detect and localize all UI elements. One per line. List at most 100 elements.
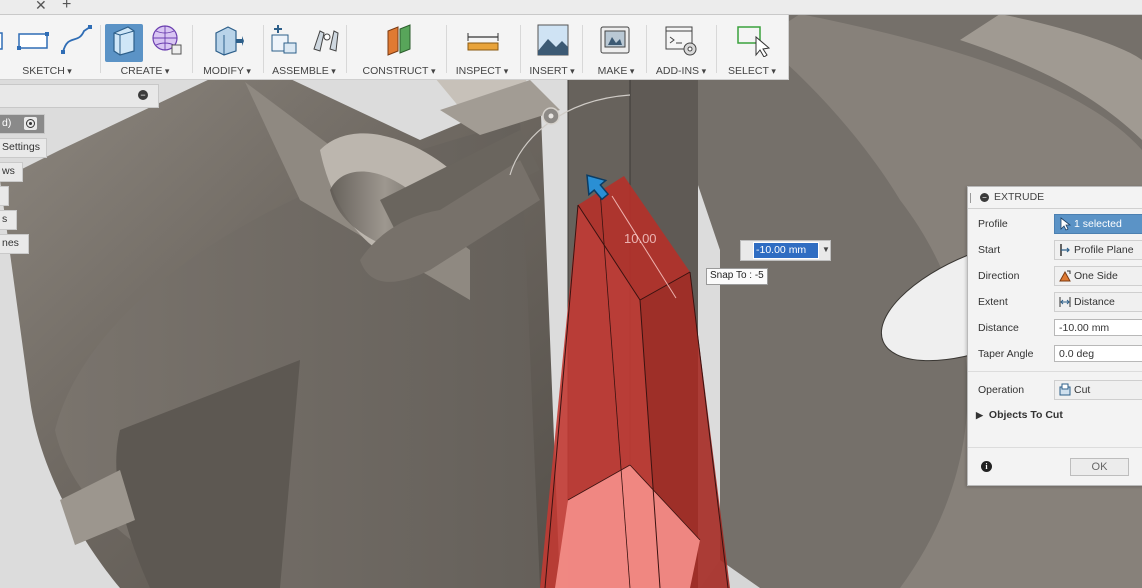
- toolbar-group-make[interactable]: MAKE: [588, 15, 644, 79]
- toolbar-group-construct[interactable]: CONSTRUCT: [356, 15, 442, 79]
- direction-label: Direction: [978, 270, 1020, 282]
- taper-angle-label: Taper Angle: [978, 348, 1034, 360]
- distance-extent-icon: [1059, 297, 1071, 307]
- assemble-menu-label: ASSEMBLE: [266, 65, 342, 77]
- cut-operation-icon: [1059, 383, 1071, 396]
- browser-item-label: nes: [2, 237, 19, 249]
- distance-field[interactable]: [1054, 319, 1142, 336]
- profile-label: Profile: [978, 218, 1008, 230]
- direction-value: One Side: [1074, 270, 1118, 282]
- browser-item-label: d): [2, 117, 12, 129]
- chevron-down-icon[interactable]: ▼: [822, 245, 830, 254]
- browser-collapse-icon[interactable]: −: [138, 90, 148, 100]
- collapse-dialog-icon[interactable]: −: [980, 193, 989, 202]
- toolbar-group-create[interactable]: CREATE: [102, 15, 188, 79]
- operation-value: Cut: [1074, 384, 1091, 396]
- browser-item-label: s: [2, 213, 8, 225]
- toolbar-group-insert[interactable]: INSERT: [524, 15, 580, 79]
- select-icon: [737, 26, 770, 57]
- insert-image-icon: [537, 24, 569, 56]
- browser-item-document[interactable]: d): [0, 114, 45, 134]
- objects-to-cut-section[interactable]: ▶ Objects To Cut: [976, 409, 1063, 421]
- operation-row: Operation Cut: [968, 380, 1142, 402]
- toolbar-group-sketch[interactable]: SKETCH: [0, 15, 98, 79]
- document-tab-strip: ✕ +: [0, 0, 1142, 15]
- browser-item-label: ws: [2, 165, 15, 177]
- browser-item-bodies[interactable]: s: [0, 210, 17, 230]
- addins-menu-label: ADD-INS: [650, 65, 712, 77]
- create-menu-label: CREATE: [102, 65, 188, 77]
- cursor-select-icon: [1060, 217, 1072, 231]
- operation-label: Operation: [978, 384, 1025, 396]
- extent-dropdown[interactable]: Distance: [1054, 292, 1142, 312]
- toolbar-group-assemble[interactable]: ASSEMBLE: [266, 15, 342, 79]
- insert-menu-label: INSERT: [524, 65, 580, 77]
- 3d-print-icon: [600, 26, 630, 54]
- toolbar-group-addins[interactable]: ADD-INS: [650, 15, 712, 79]
- distance-row: Distance: [968, 318, 1142, 340]
- ok-button[interactable]: OK: [1070, 458, 1129, 476]
- main-toolbar: SKETCH CREATE MODIFY ASSEMBLE CONSTRUCT: [0, 15, 789, 80]
- taper-angle-field[interactable]: [1054, 345, 1142, 362]
- start-row: Start Profile Plane: [968, 240, 1142, 262]
- taper-angle-row: Taper Angle: [968, 344, 1142, 366]
- modify-menu-label: MODIFY: [194, 65, 260, 77]
- select-menu-label: SELECT: [720, 65, 784, 77]
- browser-item-settings[interactable]: Settings: [0, 138, 47, 158]
- distance-label: Distance: [978, 322, 1019, 334]
- browser-item-origin[interactable]: [0, 186, 9, 206]
- sketch-rectangle-icon: [17, 32, 49, 50]
- info-icon[interactable]: i: [981, 461, 992, 472]
- direction-row: Direction One Side: [968, 266, 1142, 288]
- browser-item-sketches[interactable]: nes: [0, 234, 29, 254]
- profile-selection-button[interactable]: 1 selected: [1054, 214, 1142, 234]
- extrude-dimension-label: 10.00: [624, 231, 657, 246]
- operation-dropdown[interactable]: Cut: [1054, 380, 1142, 400]
- offset-plane-icon: [387, 24, 411, 56]
- dialog-divider: [968, 371, 1142, 372]
- objects-to-cut-label: Objects To Cut: [988, 409, 1063, 421]
- sketch-partial-icon: [0, 32, 3, 50]
- distance-manipulator-input[interactable]: -10.00 mm ▼: [740, 240, 831, 261]
- distance-manipulator-value[interactable]: -10.00 mm: [753, 242, 819, 259]
- toolbar-group-modify[interactable]: MODIFY: [194, 15, 260, 79]
- extrude-icon: [113, 26, 135, 56]
- snap-tooltip: Snap To : -5: [706, 268, 768, 285]
- dialog-header[interactable]: − EXTRUDE: [968, 187, 1142, 209]
- start-dropdown[interactable]: Profile Plane: [1054, 240, 1142, 260]
- toolbar-group-select[interactable]: SELECT: [720, 15, 784, 79]
- grip-icon[interactable]: [970, 193, 973, 203]
- scripts-addins-icon: [665, 26, 697, 56]
- profile-row: Profile 1 selected: [968, 214, 1142, 236]
- activate-radio-icon[interactable]: [24, 117, 37, 130]
- extent-label: Extent: [978, 296, 1008, 308]
- direction-dropdown[interactable]: One Side: [1054, 266, 1142, 286]
- inspect-menu-label: INSPECT: [450, 65, 514, 77]
- start-value: Profile Plane: [1074, 244, 1134, 256]
- browser-item-label: Settings: [2, 141, 40, 153]
- expand-triangle-icon[interactable]: ▶: [976, 410, 983, 421]
- make-menu-label: MAKE: [588, 65, 644, 77]
- profile-plane-icon: [1060, 244, 1070, 256]
- start-label: Start: [978, 244, 1001, 256]
- new-component-icon: [271, 25, 297, 54]
- profile-value: 1 selected: [1074, 218, 1122, 230]
- sketch-spline-icon: [61, 25, 92, 54]
- dialog-title: EXTRUDE: [994, 191, 1045, 203]
- new-tab-icon[interactable]: +: [62, 0, 71, 14]
- extent-value: Distance: [1074, 296, 1115, 308]
- close-tab-icon[interactable]: ✕: [35, 0, 47, 14]
- measure-icon: [467, 33, 499, 51]
- construct-menu-label: CONSTRUCT: [356, 65, 442, 77]
- toolbar-group-inspect[interactable]: INSPECT: [450, 15, 514, 79]
- browser-panel-header: −: [0, 84, 159, 108]
- extent-row: Extent Distance: [968, 292, 1142, 314]
- press-pull-icon: [215, 26, 244, 56]
- dialog-divider: [968, 447, 1142, 448]
- browser-item-views[interactable]: ws: [0, 162, 23, 182]
- joint-icon: [313, 30, 339, 52]
- extrude-dialog: − EXTRUDE Profile 1 selected Start Profi…: [967, 186, 1142, 486]
- form-icon: [152, 25, 182, 55]
- sketch-menu-label: SKETCH: [0, 65, 98, 77]
- one-side-icon: [1059, 270, 1071, 282]
